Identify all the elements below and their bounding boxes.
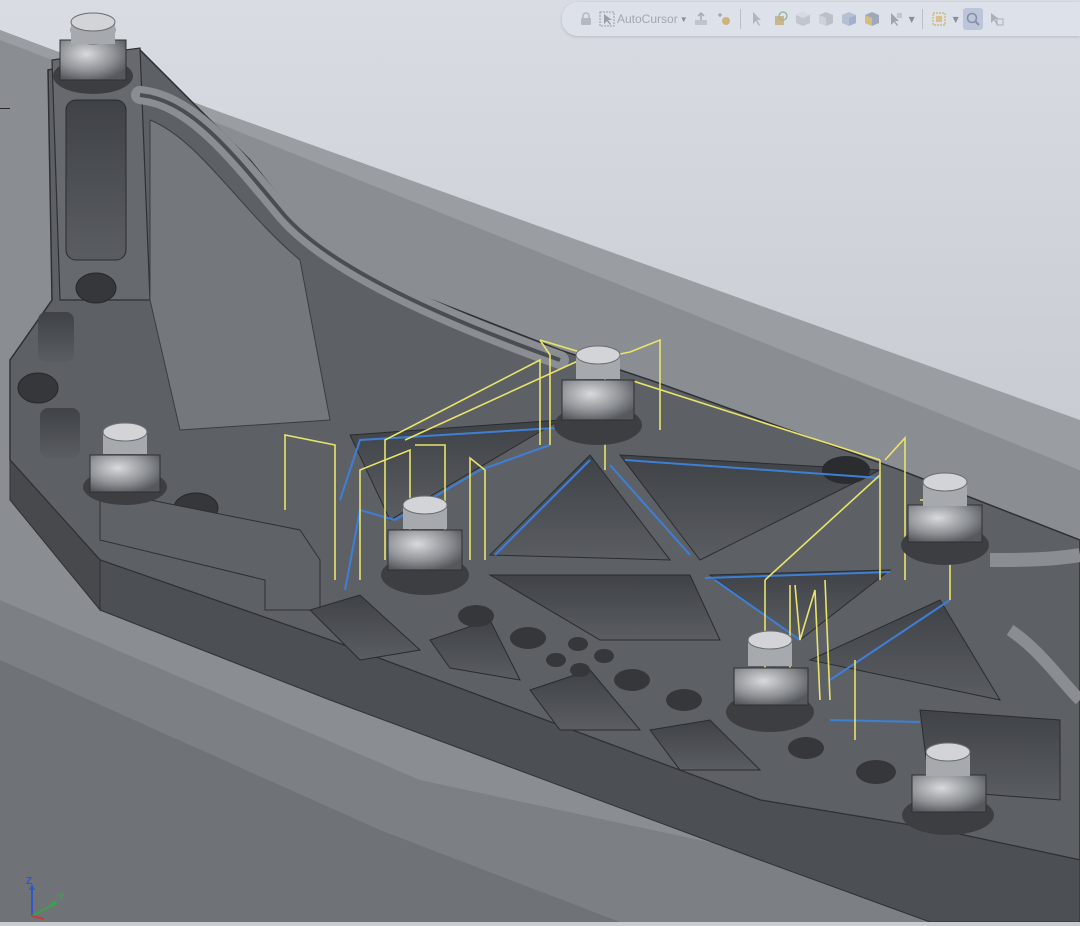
viewport-edge-marker: [0, 108, 10, 109]
triad-y-label: Y: [58, 892, 65, 903]
hole: [546, 653, 566, 667]
pan-icon[interactable]: [691, 8, 711, 30]
lock-icon[interactable]: [576, 8, 596, 30]
section-view-icon[interactable]: [929, 8, 949, 30]
hole: [788, 737, 824, 759]
hide-show-icon[interactable]: [885, 8, 905, 30]
right-rib: [989, 548, 1080, 567]
zoom-icon[interactable]: [714, 8, 734, 30]
graphics-viewport[interactable]: [0, 0, 1080, 923]
autocursor-label: AutoCursor: [617, 12, 678, 26]
chevron-down-icon[interactable]: ▼: [680, 15, 688, 24]
hole: [17, 372, 59, 404]
display-style-icon[interactable]: [862, 8, 882, 30]
hole: [666, 689, 702, 711]
hole: [75, 272, 117, 304]
hole: [614, 669, 650, 691]
arm-window-1: [65, 99, 127, 261]
pointer-icon[interactable]: [747, 8, 767, 30]
view-top-icon[interactable]: [816, 8, 836, 30]
hole: [856, 760, 896, 784]
rotate-icon[interactable]: [770, 8, 790, 30]
hole: [568, 637, 588, 651]
view-front-icon[interactable]: [793, 8, 813, 30]
model-view[interactable]: [0, 0, 1080, 923]
hole: [570, 663, 590, 677]
select-cursor-icon: [599, 11, 615, 27]
hole: [822, 456, 870, 484]
autocursor-control[interactable]: AutoCursor ▼: [599, 8, 688, 30]
pocket: [40, 408, 80, 458]
hole: [458, 605, 494, 627]
toolbar-separator: [739, 9, 741, 29]
pocket: [38, 312, 74, 362]
reference-triad: Z Y: [22, 876, 72, 920]
chevron-down-icon[interactable]: ▼: [908, 15, 916, 24]
chevron-down-icon[interactable]: ▼: [952, 15, 960, 24]
hole: [510, 627, 546, 649]
triad-z-label: Z: [26, 876, 33, 887]
view-iso-icon[interactable]: [839, 8, 859, 30]
toolbar-separator: [921, 9, 923, 29]
magnify-icon[interactable]: [962, 8, 983, 30]
view-settings-icon[interactable]: [986, 8, 1006, 30]
heads-up-view-toolbar: AutoCursor ▼ ▼ ▼: [562, 2, 1080, 36]
hole: [594, 649, 614, 663]
